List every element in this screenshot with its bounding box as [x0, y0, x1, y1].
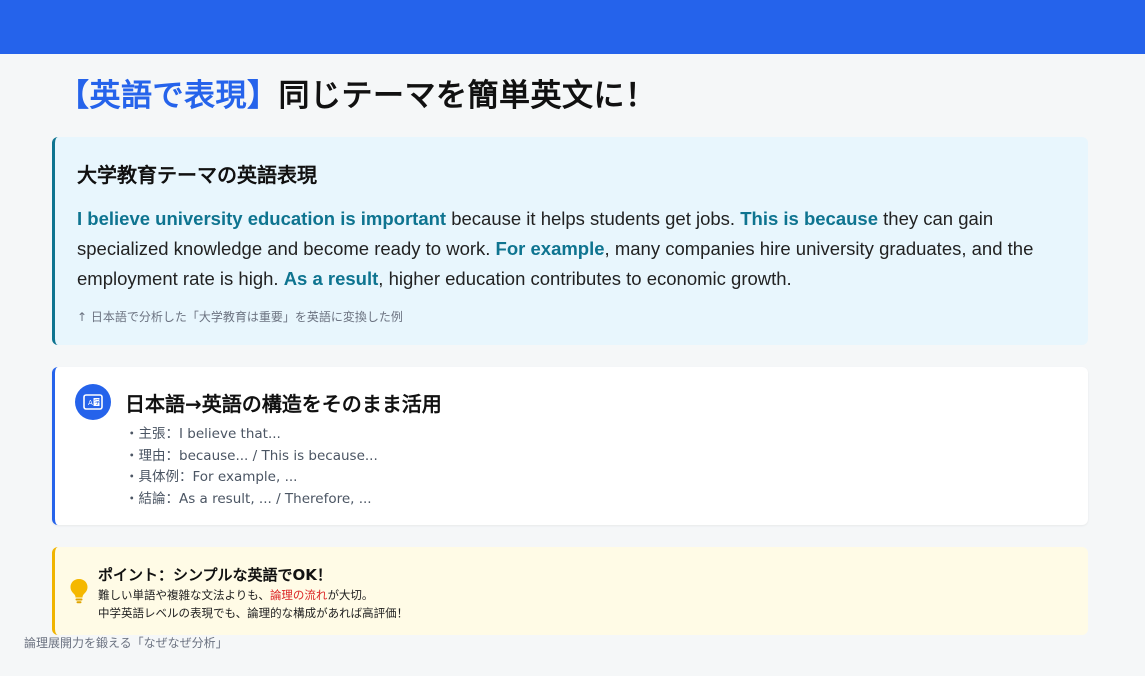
top-banner	[0, 0, 1145, 54]
title-accent: 【英語で表現】	[58, 78, 279, 114]
english-example-card: 大学教育テーマの英語表現 I believe university educat…	[52, 137, 1088, 345]
example-text: , higher education contributes to econom…	[378, 268, 792, 289]
structure-item-reason: ・理由：because... / This is because...	[125, 447, 378, 464]
point-line-1-after: が大切。	[327, 588, 374, 602]
example-phrase: For example	[495, 238, 605, 259]
conclusion-phrase: As a result	[283, 268, 379, 289]
svg-text:字: 字	[94, 399, 100, 407]
structure-item-conclusion: ・結論：As a result, ... / Therefore, ...	[125, 490, 372, 507]
translate-icon: A 字	[75, 384, 111, 420]
example-text: because it helps students get jobs.	[446, 208, 741, 229]
point-line-1-before: 難しい単語や複雑な文法よりも、	[98, 588, 270, 602]
point-card: ポイント：シンプルな英語でOK！ 難しい単語や複雑な文法よりも、論理の流れが大切…	[52, 547, 1088, 635]
structure-list: ・主張：I believe that... ・理由：because... / T…	[125, 424, 378, 510]
point-card-heading: ポイント：シンプルな英語でOK！	[98, 566, 332, 584]
example-paragraph: I believe university education is import…	[77, 204, 1064, 294]
point-line-2: 中学英語レベルの表現でも、論理的な構成があれば高評価！	[98, 606, 409, 620]
title-main: 同じテーマを簡単英文に！	[278, 78, 657, 114]
example-card-heading: 大学教育テーマの英語表現	[77, 163, 317, 187]
claim-phrase: I believe university education is import…	[77, 208, 447, 229]
page-title: 【英語で表現】同じテーマを簡単英文に！	[58, 70, 657, 115]
point-line-1: 難しい単語や複雑な文法よりも、論理の流れが大切。	[98, 587, 373, 603]
logic-flow-highlight: 論理の流れ	[269, 588, 328, 602]
footer-caption: 論理展開力を鍛える「なぜなぜ分析」	[24, 636, 228, 650]
structure-card-heading: 日本語→英語の構造をそのまま活用	[125, 392, 442, 416]
structure-item-example: ・具体例：For example, ...	[125, 469, 298, 485]
structure-item-claim: ・主張：I believe that...	[125, 426, 281, 442]
structure-card: A 字 日本語→英語の構造をそのまま活用 ・主張：I believe that.…	[52, 367, 1088, 525]
reason-phrase: This is because	[740, 208, 879, 229]
lightbulb-icon	[70, 579, 88, 604]
svg-text:A: A	[88, 399, 93, 407]
example-note: ↑ 日本語で分析した「大学教育は重要」を英語に変換した例	[77, 310, 403, 324]
